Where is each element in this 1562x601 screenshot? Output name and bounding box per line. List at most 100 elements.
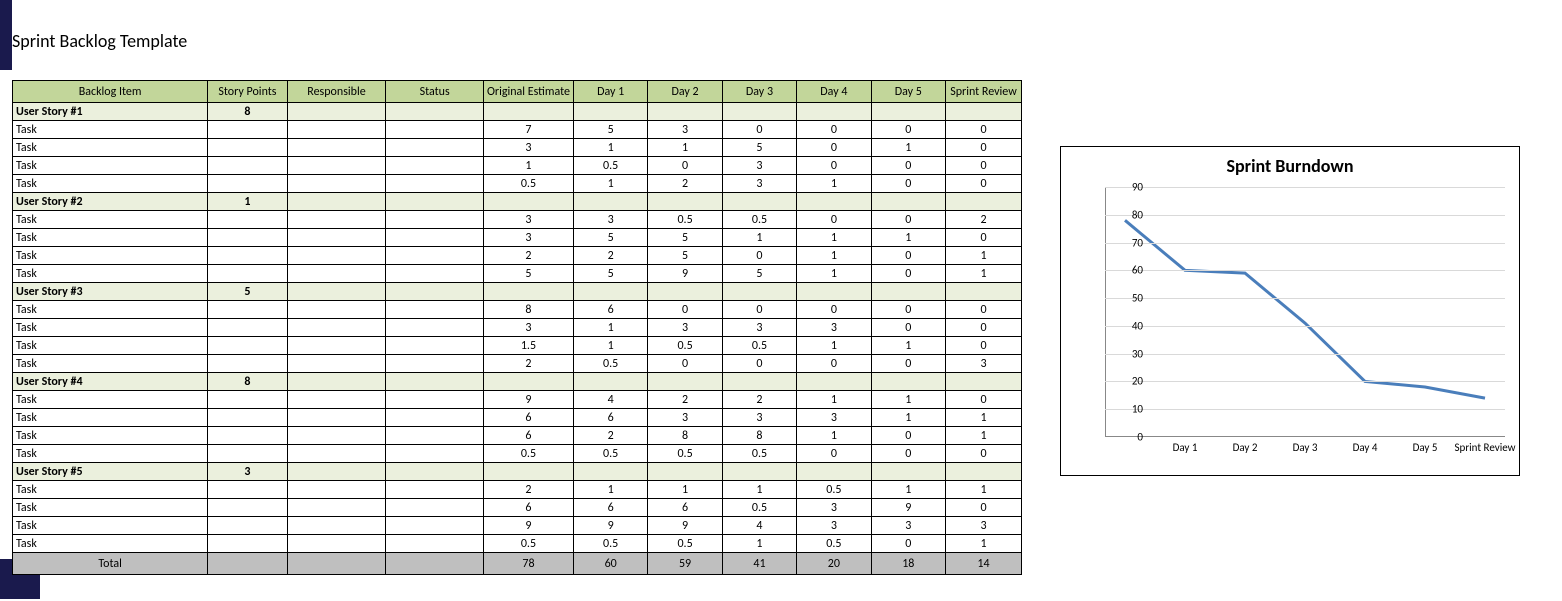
cell[interactable]: 1	[722, 481, 796, 499]
cell[interactable]: Task	[13, 319, 208, 337]
cell[interactable]: 9	[871, 499, 945, 517]
cell[interactable]: Task	[13, 139, 208, 157]
cell[interactable]: 1	[797, 175, 871, 193]
cell[interactable]: 1	[573, 139, 647, 157]
cell[interactable]: Task	[13, 229, 208, 247]
cell[interactable]: 0.5	[722, 445, 796, 463]
cell[interactable]: 2	[573, 247, 647, 265]
cell[interactable]	[287, 355, 386, 373]
story-name-cell[interactable]: User Story #1	[13, 103, 208, 121]
cell[interactable]: 0	[945, 139, 1021, 157]
cell[interactable]: 5	[648, 247, 722, 265]
cell[interactable]	[871, 463, 945, 481]
cell[interactable]: Task	[13, 427, 208, 445]
cell[interactable]: 0.5	[483, 445, 573, 463]
cell[interactable]	[287, 481, 386, 499]
cell[interactable]: 0	[871, 265, 945, 283]
cell[interactable]: 0	[945, 499, 1021, 517]
cell[interactable]	[208, 355, 287, 373]
cell[interactable]: 1	[797, 391, 871, 409]
cell[interactable]: 1	[945, 265, 1021, 283]
cell[interactable]: Task	[13, 265, 208, 283]
cell[interactable]: 1	[797, 427, 871, 445]
cell[interactable]	[208, 337, 287, 355]
cell[interactable]	[797, 283, 871, 301]
cell[interactable]: 1	[797, 337, 871, 355]
cell[interactable]	[208, 265, 287, 283]
cell[interactable]: 0	[871, 355, 945, 373]
cell[interactable]: Task	[13, 337, 208, 355]
cell[interactable]: 0.5	[648, 337, 722, 355]
cell[interactable]	[871, 283, 945, 301]
cell[interactable]	[386, 175, 484, 193]
cell[interactable]: 0.5	[722, 211, 796, 229]
cell[interactable]: 6	[648, 499, 722, 517]
cell[interactable]	[871, 193, 945, 211]
cell[interactable]: 0	[871, 211, 945, 229]
cell[interactable]: 0	[797, 157, 871, 175]
cell[interactable]: 1	[871, 229, 945, 247]
cell[interactable]	[287, 229, 386, 247]
cell[interactable]: 0.5	[722, 337, 796, 355]
cell[interactable]	[287, 175, 386, 193]
cell[interactable]	[287, 391, 386, 409]
cell[interactable]	[722, 283, 796, 301]
cell[interactable]: 1	[945, 427, 1021, 445]
cell[interactable]: 1	[871, 409, 945, 427]
cell[interactable]: 8	[648, 427, 722, 445]
cell[interactable]: 8	[483, 301, 573, 319]
cell[interactable]	[573, 103, 647, 121]
cell[interactable]: 0.5	[573, 355, 647, 373]
cell[interactable]: 0	[871, 301, 945, 319]
cell[interactable]	[287, 535, 386, 553]
cell[interactable]: 0	[797, 121, 871, 139]
cell[interactable]: Task	[13, 157, 208, 175]
cell[interactable]	[945, 103, 1021, 121]
cell[interactable]: 0.5	[573, 445, 647, 463]
cell[interactable]: 1	[945, 247, 1021, 265]
cell[interactable]	[287, 283, 386, 301]
cell[interactable]	[208, 139, 287, 157]
cell[interactable]: 3	[722, 157, 796, 175]
cell[interactable]: 2	[483, 481, 573, 499]
cell[interactable]: 0	[871, 121, 945, 139]
cell[interactable]: 1	[483, 157, 573, 175]
cell[interactable]: 0	[945, 175, 1021, 193]
story-name-cell[interactable]: User Story #3	[13, 283, 208, 301]
cell[interactable]	[797, 373, 871, 391]
cell[interactable]: 9	[483, 517, 573, 535]
cell[interactable]	[573, 373, 647, 391]
cell[interactable]: Task	[13, 409, 208, 427]
cell[interactable]: 3	[722, 175, 796, 193]
cell[interactable]	[208, 391, 287, 409]
cell[interactable]	[287, 103, 386, 121]
cell[interactable]	[722, 463, 796, 481]
cell[interactable]: 0	[871, 445, 945, 463]
cell[interactable]	[797, 103, 871, 121]
cell[interactable]: 2	[483, 247, 573, 265]
cell[interactable]	[208, 445, 287, 463]
cell[interactable]: 1	[945, 409, 1021, 427]
cell[interactable]: 0	[945, 229, 1021, 247]
cell[interactable]: 0.5	[648, 445, 722, 463]
cell[interactable]	[386, 517, 484, 535]
cell[interactable]	[945, 193, 1021, 211]
cell[interactable]: Task	[13, 499, 208, 517]
cell[interactable]: 0	[871, 247, 945, 265]
cell[interactable]	[287, 373, 386, 391]
cell[interactable]: 2	[945, 211, 1021, 229]
cell[interactable]: Task	[13, 481, 208, 499]
cell[interactable]: 0	[722, 121, 796, 139]
cell[interactable]	[287, 301, 386, 319]
cell[interactable]	[386, 427, 484, 445]
cell[interactable]	[386, 499, 484, 517]
cell[interactable]	[386, 265, 484, 283]
cell[interactable]	[287, 463, 386, 481]
cell[interactable]: 6	[573, 409, 647, 427]
cell[interactable]	[287, 193, 386, 211]
cell[interactable]: 5	[573, 229, 647, 247]
cell[interactable]: 3	[648, 121, 722, 139]
cell[interactable]: 6	[483, 427, 573, 445]
cell[interactable]: 9	[483, 391, 573, 409]
cell[interactable]: 2	[648, 175, 722, 193]
